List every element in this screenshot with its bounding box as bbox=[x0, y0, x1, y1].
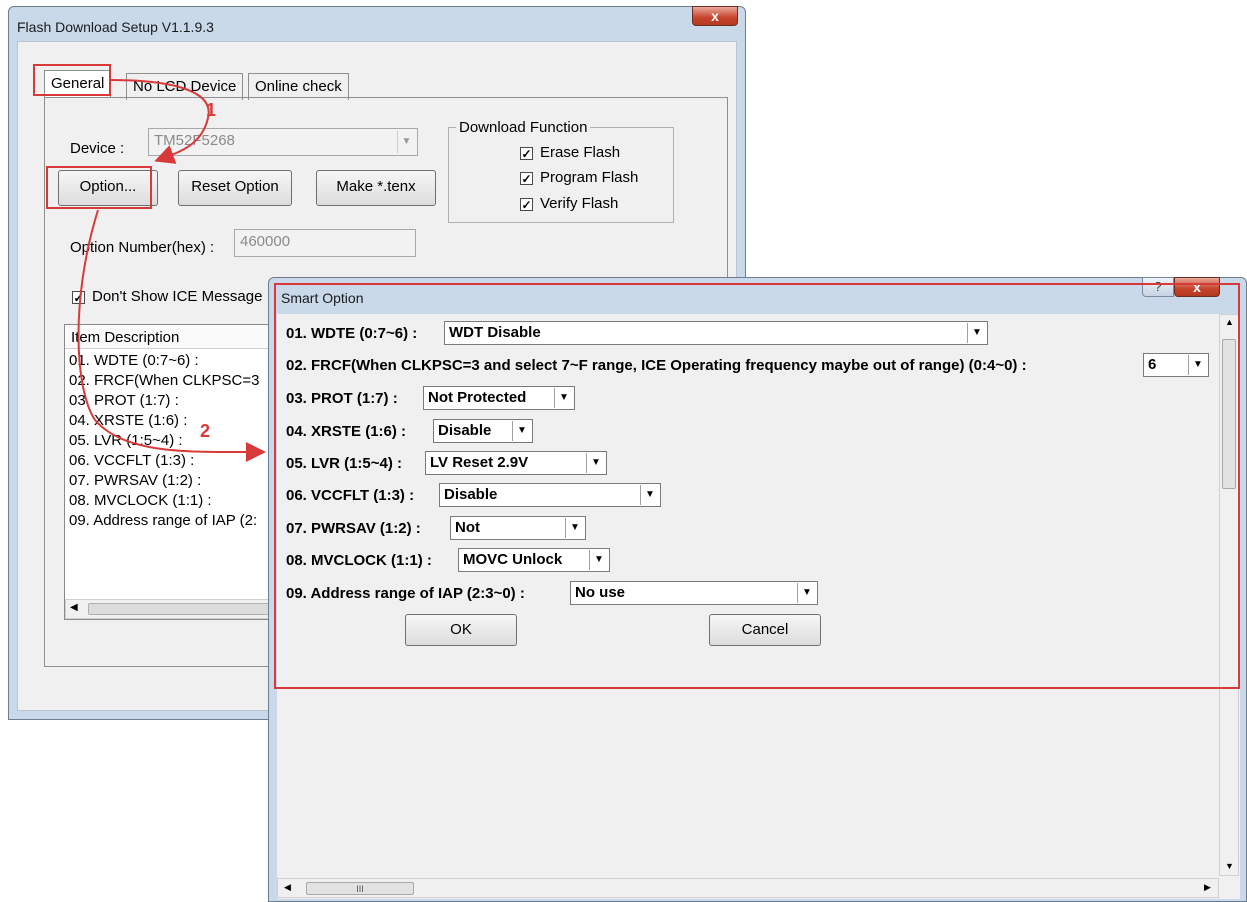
arrow-step-2 bbox=[77, 209, 266, 463]
step-1-label: 1 bbox=[206, 100, 217, 120]
dialog-hscrollbar[interactable]: ◀ III ▶ bbox=[277, 878, 1219, 898]
arrow-step-1 bbox=[109, 79, 210, 164]
highlight-smart-option bbox=[274, 283, 1240, 689]
chevron-down-icon[interactable]: ▼ bbox=[1225, 861, 1234, 871]
chevron-right-icon[interactable]: ▶ bbox=[1204, 882, 1211, 893]
chevron-left-icon[interactable]: ◀ bbox=[284, 882, 291, 893]
hscroll-thumb[interactable]: III bbox=[306, 882, 414, 895]
step-2-label: 2 bbox=[200, 421, 211, 441]
